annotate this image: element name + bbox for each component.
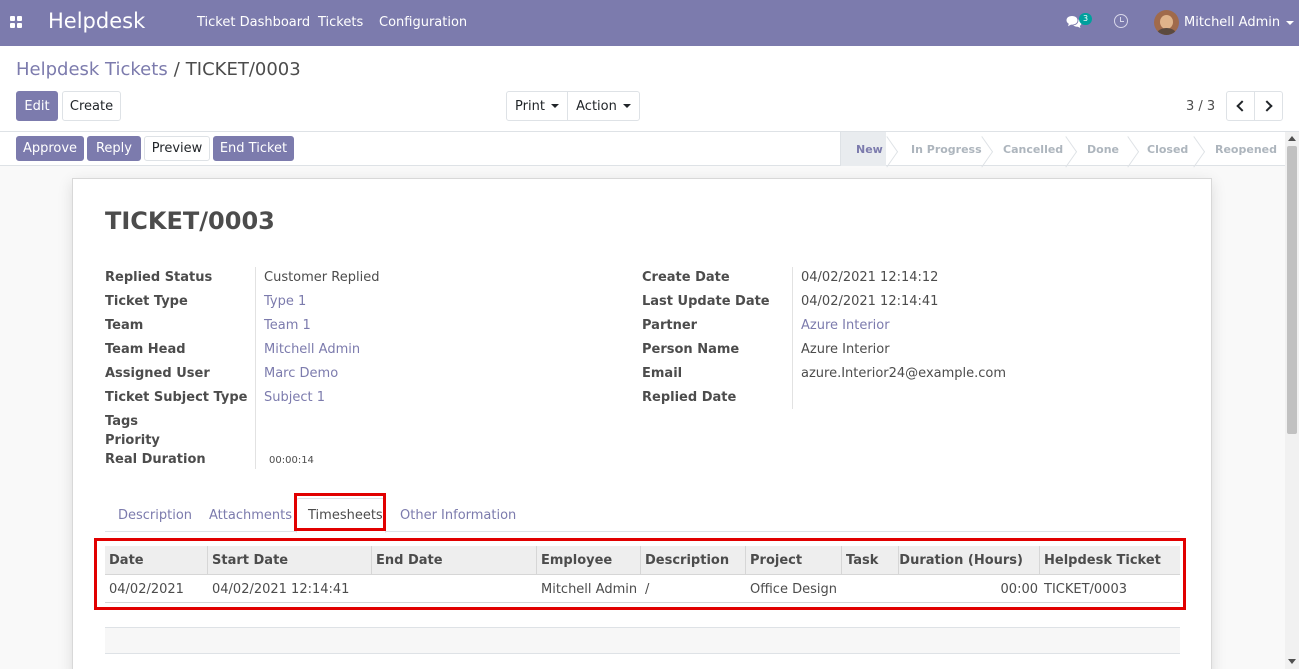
vertical-scrollbar[interactable] [1285,132,1299,669]
value-email: azure.Interior24@example.com [801,366,1007,381]
breadcrumb-current: TICKET/0003 [185,59,301,80]
highlight-box-tab [294,493,386,531]
stage-closed[interactable]: Closed [1147,143,1188,156]
stage-bar: New In Progress Cancelled Done Closed Re… [840,132,1284,166]
control-panel: Helpdesk Tickets / TICKET/0003 Edit Create… [0,46,1299,132]
user-avatar[interactable] [1154,10,1179,35]
value-ticket-subject-type[interactable]: Subject 1 [264,390,325,405]
edit-button[interactable]: Edit [16,91,58,121]
form-sheet: TICKET/0003 Replied Status Customer Repl… [72,178,1212,669]
value-team-head[interactable]: Mitchell Admin [264,342,360,357]
label-tags: Tags [105,414,139,429]
print-dropdown[interactable]: Print [506,91,568,121]
breadcrumb-separator: / [173,59,180,80]
stage-divider [1066,132,1078,166]
apps-grid-icon[interactable] [10,16,23,29]
value-replied-status: Customer Replied [264,270,380,285]
chat-count-badge: 3 [1079,13,1093,25]
reply-button[interactable]: Reply [87,136,141,161]
stage-divider [887,132,899,166]
value-team[interactable]: Team 1 [264,318,311,333]
stage-cancelled[interactable]: Cancelled [1003,143,1063,156]
menu-tickets[interactable]: Tickets [318,15,363,30]
approve-button[interactable]: Approve [16,136,84,161]
statusbar: Approve Reply Preview End Ticket New In … [0,132,1299,166]
scroll-down-arrow-icon[interactable] [1288,659,1296,664]
pager-value[interactable]: 3 / 3 [1186,99,1215,114]
top-navbar: Helpdesk Ticket Dashboard Tickets Config… [0,0,1299,46]
label-replied-status: Replied Status [105,270,213,285]
table-footer [105,627,1180,654]
caret-down-icon [550,104,559,108]
print-label: Print [515,98,545,114]
value-last-update-date: 04/02/2021 12:14:41 [801,294,939,309]
app-brand[interactable]: Helpdesk [48,9,145,33]
chevron-right-icon [1261,100,1273,112]
preview-button[interactable]: Preview [144,136,210,161]
breadcrumb: Helpdesk Tickets / TICKET/0003 [16,59,301,80]
label-ticket-subject-type: Ticket Subject Type [105,390,248,405]
label-email: Email [642,366,683,381]
caret-down-icon [1286,20,1295,25]
label-ticket-type: Ticket Type [105,294,188,309]
label-replied-date: Replied Date [642,390,737,405]
stage-divider [982,132,994,166]
value-partner[interactable]: Azure Interior [801,318,890,333]
user-menu[interactable]: Mitchell Admin [1184,15,1295,30]
value-person-name: Azure Interior [801,342,890,357]
ticket-title: TICKET/0003 [105,207,275,235]
menu-ticket-dashboard[interactable]: Ticket Dashboard [197,15,310,30]
label-create-date: Create Date [642,270,730,285]
stage-done[interactable]: Done [1087,143,1119,156]
caret-down-icon [622,104,631,108]
label-real-duration: Real Duration [105,452,206,467]
label-person-name: Person Name [642,342,740,357]
label-priority: Priority [105,433,160,448]
field-divider [255,267,256,469]
action-label: Action [576,98,617,114]
pager-next-button[interactable] [1254,91,1283,121]
breadcrumb-parent-link[interactable]: Helpdesk Tickets [16,59,168,80]
value-ticket-type[interactable]: Type 1 [264,294,306,309]
stage-reopened[interactable]: Reopened [1215,143,1277,156]
user-name: Mitchell Admin [1184,15,1281,30]
label-team: Team [105,318,144,333]
tab-attachments[interactable]: Attachments [209,508,292,523]
tab-other-information[interactable]: Other Information [400,508,516,523]
stage-divider [1128,132,1140,166]
tab-description[interactable]: Description [118,508,192,523]
menu-configuration[interactable]: Configuration [379,15,467,30]
notebook-tabs: Description Attachments Timesheets Other… [105,498,1180,533]
value-create-date: 04/02/2021 12:14:12 [801,270,939,285]
field-divider [792,267,793,409]
end-ticket-button[interactable]: End Ticket [213,136,294,161]
label-team-head: Team Head [105,342,186,357]
action-dropdown[interactable]: Action [567,91,640,121]
label-last-update-date: Last Update Date [642,294,770,309]
pager-previous-button[interactable] [1226,91,1255,121]
chevron-left-icon [1236,100,1248,112]
label-assigned-user: Assigned User [105,366,210,381]
value-real-duration: 00:00:14 [269,455,314,466]
label-partner: Partner [642,318,698,333]
stage-divider [1194,132,1206,166]
create-button[interactable]: Create [62,91,121,121]
scrollbar-thumb[interactable] [1287,146,1297,434]
value-assigned-user[interactable]: Marc Demo [264,366,338,381]
activity-clock-icon[interactable] [1114,14,1128,28]
highlight-box-table [94,538,1186,610]
scroll-up-arrow-icon[interactable] [1288,136,1296,141]
